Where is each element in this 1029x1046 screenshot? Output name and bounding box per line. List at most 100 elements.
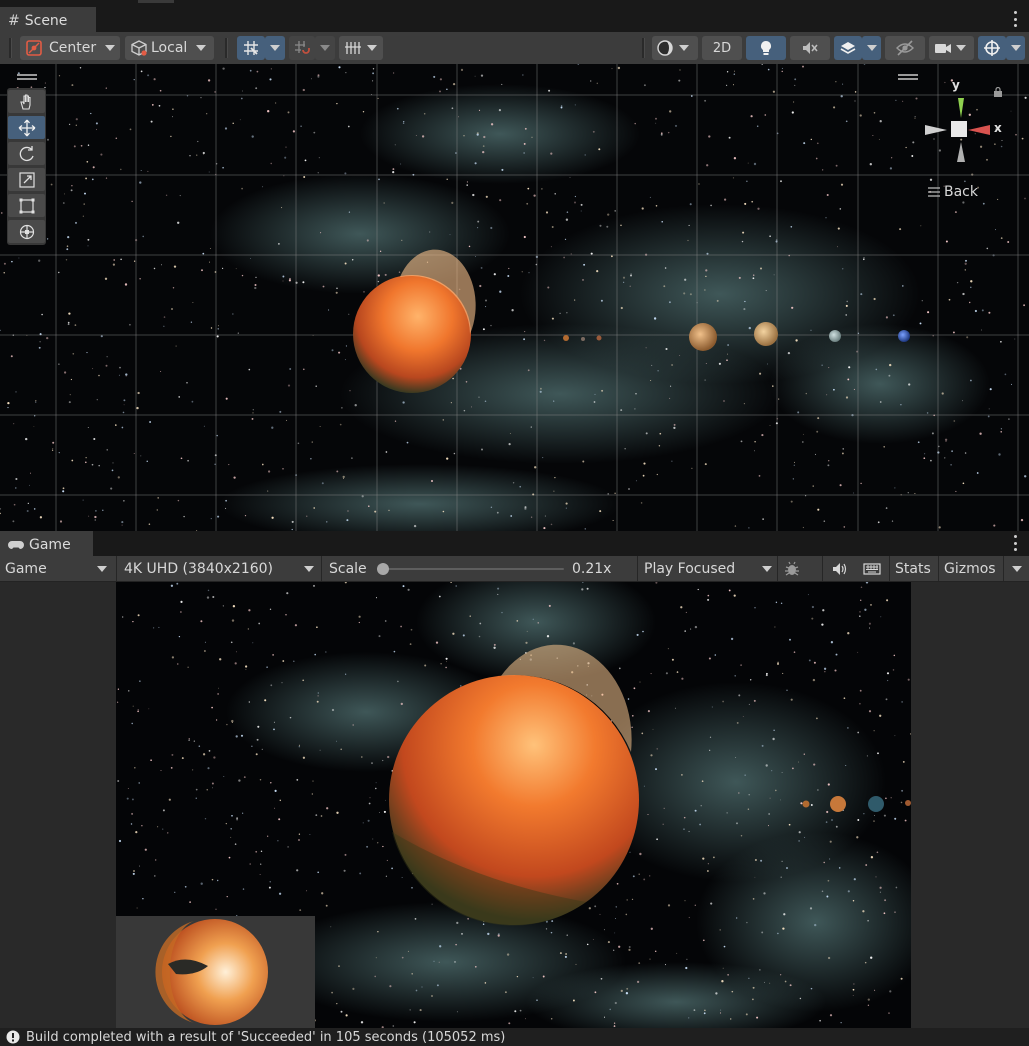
- scale-slider[interactable]: [377, 563, 566, 575]
- neg-y-axis-cone[interactable]: [957, 142, 965, 162]
- orientation-gizmo[interactable]: y x: [920, 78, 1010, 170]
- grid-visibility-dropdown[interactable]: [339, 36, 383, 60]
- move-tool-button[interactable]: [8, 116, 45, 139]
- scene-more-options-icon[interactable]: [1013, 11, 1017, 27]
- scene-visibility-toggle[interactable]: [885, 36, 925, 60]
- star: [879, 120, 882, 123]
- grid-snapping-dropdown[interactable]: [265, 36, 285, 60]
- star: [870, 956, 873, 959]
- scale-slider-thumb[interactable]: [377, 563, 389, 575]
- status-message[interactable]: Build completed with a result of 'Succee…: [26, 1030, 505, 1045]
- rotate-tool-button[interactable]: [8, 142, 45, 165]
- star: [655, 768, 657, 771]
- mode-2d-toggle[interactable]: 2D: [702, 36, 742, 60]
- star: [150, 120, 153, 123]
- star: [527, 187, 530, 190]
- star: [854, 91, 857, 93]
- star: [349, 390, 351, 392]
- star: [123, 500, 125, 502]
- grid-snapping-toggle[interactable]: [237, 36, 265, 60]
- star: [801, 441, 804, 443]
- star: [524, 506, 527, 509]
- play-mode-dropdown[interactable]: Play Focused: [644, 556, 774, 581]
- star: [970, 280, 973, 283]
- effects-toggle[interactable]: [834, 36, 862, 60]
- star: [170, 307, 174, 311]
- star: [306, 515, 308, 517]
- star: [336, 1002, 338, 1005]
- scene-view[interactable]: y x Back: [0, 64, 1029, 531]
- pivot-space-dropdown[interactable]: Local: [125, 36, 214, 60]
- star: [304, 159, 307, 162]
- star: [450, 402, 452, 404]
- increment-snap-dropdown[interactable]: [315, 36, 335, 60]
- rect-tool-button[interactable]: [8, 194, 45, 217]
- star: [344, 262, 347, 265]
- star: [618, 945, 621, 948]
- star: [156, 509, 159, 511]
- star: [244, 665, 248, 668]
- tab-scene[interactable]: # Scene: [0, 7, 96, 32]
- star: [994, 229, 997, 231]
- star: [15, 487, 17, 489]
- tab-game[interactable]: Game: [0, 531, 93, 556]
- gizmos-toggle[interactable]: [978, 36, 1006, 60]
- star: [375, 782, 377, 784]
- stats-toggle[interactable]: Stats: [895, 556, 931, 581]
- star: [460, 68, 464, 71]
- frame-debugger-button[interactable]: [781, 556, 803, 581]
- star: [840, 1022, 842, 1024]
- audio-toggle[interactable]: [790, 36, 830, 60]
- star: [449, 234, 451, 236]
- orientation-overlay-grip[interactable]: [898, 74, 918, 80]
- neg-x-axis-cone[interactable]: [925, 125, 947, 135]
- pivot-mode-dropdown[interactable]: Center: [20, 36, 120, 60]
- y-axis-cone[interactable]: [958, 98, 964, 118]
- star: [523, 152, 525, 154]
- star: [868, 622, 871, 625]
- resolution-dropdown[interactable]: 4K UHD (3840x2160): [124, 556, 318, 581]
- star: [440, 663, 442, 665]
- keyboard-shortcuts-toggle[interactable]: [860, 556, 884, 581]
- scale-tool-button[interactable]: [8, 168, 45, 191]
- star: [772, 385, 774, 387]
- chevron-down-icon: [679, 45, 689, 51]
- star: [931, 432, 934, 435]
- star: [550, 246, 552, 248]
- draw-mode-dropdown[interactable]: [652, 36, 698, 60]
- star: [1015, 133, 1017, 136]
- tools-overlay-grip[interactable]: [17, 74, 37, 80]
- star: [524, 1018, 526, 1020]
- scene-tab-label: Scene: [24, 12, 68, 29]
- display-dropdown[interactable]: Game: [5, 556, 111, 581]
- gizmo-center-cube[interactable]: [951, 121, 967, 137]
- increment-snap-toggle[interactable]: [289, 36, 315, 60]
- star: [927, 311, 930, 314]
- star: [271, 516, 274, 519]
- gizmos-button[interactable]: Gizmos: [944, 556, 996, 581]
- hand-tool-button[interactable]: [8, 90, 45, 113]
- gizmos-dropdown[interactable]: [1006, 36, 1025, 60]
- game-view[interactable]: [116, 582, 911, 1028]
- star: [772, 737, 775, 741]
- transform-tool-button[interactable]: [8, 220, 45, 243]
- x-axis-cone[interactable]: [968, 125, 990, 135]
- game-more-options-icon[interactable]: [1013, 535, 1017, 551]
- mute-audio-toggle[interactable]: [829, 556, 851, 581]
- effects-dropdown[interactable]: [862, 36, 881, 60]
- grid-snap-icon: [244, 41, 258, 55]
- view-orientation-label[interactable]: Back: [928, 184, 978, 200]
- star: [71, 84, 74, 87]
- star: [679, 354, 681, 356]
- star: [472, 193, 475, 197]
- grid-visibility-icon: [345, 42, 361, 54]
- star: [863, 64, 866, 65]
- star: [833, 388, 835, 391]
- star: [248, 368, 251, 371]
- scene-camera-dropdown[interactable]: [929, 36, 974, 60]
- star: [241, 187, 243, 190]
- star: [170, 584, 174, 587]
- lighting-toggle[interactable]: [746, 36, 786, 60]
- gizmos-dropdown-button[interactable]: [1009, 556, 1025, 581]
- star: [41, 313, 43, 316]
